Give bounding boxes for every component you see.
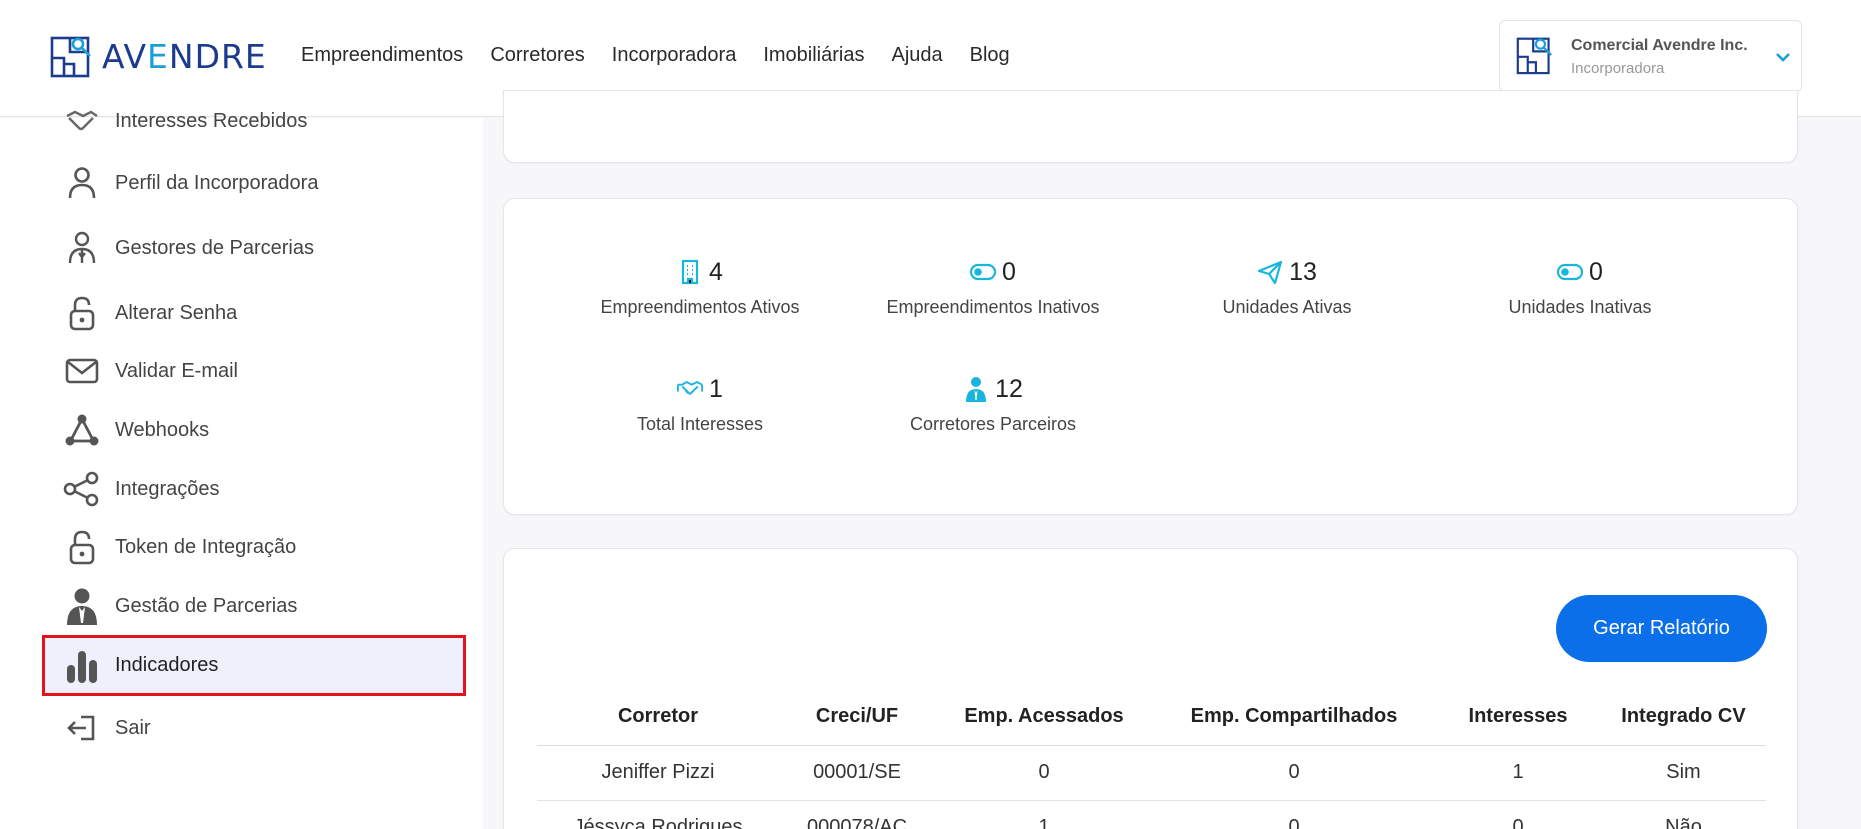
sidebar-item-label: Sair bbox=[115, 716, 151, 739]
stat-empreendimentos-ativos: 4 Empreendimentos Ativos bbox=[570, 255, 830, 318]
column-header-creci[interactable]: Creci/UF bbox=[779, 689, 935, 746]
sidebar-item-label: Alterar Senha bbox=[115, 301, 238, 324]
businessman-icon bbox=[52, 586, 112, 626]
paper-plane-icon bbox=[1257, 260, 1283, 285]
sign-out-icon bbox=[52, 708, 112, 748]
generate-report-button[interactable]: Gerar Relatório bbox=[1556, 595, 1767, 662]
sidebar-item-label: Integrações bbox=[115, 477, 220, 500]
sidebar-item-indicadores[interactable]: Indicadores bbox=[42, 635, 466, 696]
cell-emp-acessados: 1 bbox=[935, 800, 1153, 829]
table-row: Jeniffer Pizzi 00001/SE 0 0 1 Sim bbox=[537, 745, 1766, 801]
sidebar-item-label: Indicadores bbox=[115, 654, 219, 676]
sidebar-item-integracoes[interactable]: Integrações bbox=[42, 460, 466, 518]
stat-caption: Unidades Ativas bbox=[1222, 297, 1352, 317]
sidebar-item-label: Token de Integração bbox=[115, 535, 297, 558]
cell-creci: 00001/SE bbox=[779, 745, 935, 801]
summary-card-top bbox=[503, 90, 1798, 163]
stat-value: 4 bbox=[709, 257, 723, 286]
sidebar-item-webhooks[interactable]: Webhooks bbox=[42, 401, 466, 459]
stat-caption: Unidades Inativas bbox=[1508, 297, 1652, 317]
cell-interesses: 1 bbox=[1435, 745, 1601, 801]
stat-unidades-inativas: 0 Unidades Inativas bbox=[1450, 255, 1710, 318]
report-card: Gerar Relatório Corretor Creci/UF Emp. A… bbox=[503, 548, 1798, 829]
unlock-icon bbox=[52, 527, 112, 567]
cell-corretor: Jeniffer Pizzi bbox=[537, 745, 779, 801]
share-nodes-icon bbox=[52, 469, 112, 509]
stat-caption: Corretores Parceiros bbox=[909, 414, 1077, 434]
sidebar-item-gestao-parcerias[interactable]: Gestão de Parcerias bbox=[42, 577, 466, 635]
cell-creci: 000078/AC bbox=[779, 800, 935, 829]
toggle-icon bbox=[970, 263, 997, 281]
handshake-icon bbox=[677, 380, 704, 395]
table-row: Jéssyca Rodrigues 000078/AC 1 0 0 Não bbox=[537, 800, 1766, 829]
stat-caption: Empreendimentos Ativos bbox=[600, 297, 800, 317]
indicators-card: 4 Empreendimentos Ativos 0 Empreendiment… bbox=[503, 198, 1798, 515]
webhook-icon bbox=[52, 410, 112, 450]
cell-interesses: 0 bbox=[1435, 800, 1601, 829]
cell-integrado-cv: Sim bbox=[1601, 745, 1766, 801]
envelope-icon bbox=[52, 351, 112, 391]
sidebar-item-validar-email[interactable]: Validar E-mail bbox=[42, 342, 466, 400]
logo-icon bbox=[50, 36, 91, 78]
sidebar-item-label: Gestores de Parcerias bbox=[115, 236, 314, 259]
nav-corretores[interactable]: Corretores bbox=[490, 44, 584, 67]
sidebar-item-perfil[interactable]: Perfil da Incorporadora bbox=[42, 154, 466, 212]
cell-integrado-cv: Não bbox=[1601, 800, 1766, 829]
stat-caption: Empreendimentos Inativos bbox=[886, 297, 1100, 317]
nav-blog[interactable]: Blog bbox=[970, 44, 1010, 67]
cell-emp-compartilhados: 0 bbox=[1153, 745, 1435, 801]
unlock-icon bbox=[52, 293, 112, 333]
user-tie-icon bbox=[966, 377, 987, 402]
account-role: Incorporadora bbox=[1571, 60, 1665, 77]
stat-value: 1 bbox=[709, 374, 723, 403]
sidebar-item-label: Gestão de Parcerias bbox=[115, 594, 298, 617]
user-tie-icon bbox=[52, 228, 112, 268]
chevron-down-icon[interactable] bbox=[1774, 48, 1792, 66]
company-logo-icon bbox=[1516, 37, 1553, 75]
table-header-row: Corretor Creci/UF Emp. Acessados Emp. Co… bbox=[537, 689, 1766, 746]
stat-value: 0 bbox=[1002, 257, 1016, 286]
brokers-table: Corretor Creci/UF Emp. Acessados Emp. Co… bbox=[537, 689, 1766, 829]
account-name: Comercial Avendre Inc. bbox=[1571, 37, 1748, 54]
sidebar-item-interesses-recebidos[interactable]: Interesses Recebidos bbox=[42, 92, 466, 150]
account-switcher[interactable]: Comercial Avendre Inc. Incorporadora bbox=[1499, 20, 1802, 92]
sidebar-item-label: Perfil da Incorporadora bbox=[115, 171, 319, 194]
building-icon bbox=[681, 259, 699, 285]
stat-unidades-ativas: 13 Unidades Ativas bbox=[1157, 255, 1417, 318]
logo-wordmark: AVENDRE bbox=[102, 36, 267, 76]
sidebar-item-label: Webhooks bbox=[115, 418, 210, 441]
stat-corretores-parceiros: 12 Corretores Parceiros bbox=[863, 372, 1123, 435]
avendre-logo[interactable]: AVENDRE bbox=[50, 34, 267, 78]
stat-total-interesses: 1 Total Interesses bbox=[570, 372, 830, 435]
cell-emp-acessados: 0 bbox=[935, 745, 1153, 801]
user-icon bbox=[52, 163, 112, 203]
column-header-emp-compartilhados[interactable]: Emp. Compartilhados bbox=[1153, 689, 1435, 746]
cell-corretor: Jéssyca Rodrigues bbox=[537, 800, 779, 829]
column-header-corretor[interactable]: Corretor bbox=[537, 689, 779, 746]
toggle-icon bbox=[1557, 263, 1584, 281]
nav-imobiliarias[interactable]: Imobiliárias bbox=[763, 44, 864, 67]
sidebar-item-gestores[interactable]: Gestores de Parcerias bbox=[42, 219, 466, 277]
nav-ajuda[interactable]: Ajuda bbox=[891, 44, 942, 67]
sidebar-item-sair[interactable]: Sair bbox=[42, 699, 466, 757]
cell-emp-compartilhados: 0 bbox=[1153, 800, 1435, 829]
main-nav: Empreendimentos Corretores Incorporadora… bbox=[301, 44, 1037, 67]
bar-chart-icon bbox=[52, 646, 112, 686]
column-header-emp-acessados[interactable]: Emp. Acessados bbox=[935, 689, 1153, 746]
sidebar-item-token[interactable]: Token de Integração bbox=[42, 518, 466, 576]
column-header-interesses[interactable]: Interesses bbox=[1435, 689, 1601, 746]
stat-value: 0 bbox=[1589, 257, 1603, 286]
nav-incorporadora[interactable]: Incorporadora bbox=[612, 44, 737, 67]
sidebar-item-label: Validar E-mail bbox=[115, 359, 238, 382]
sidebar-item-label: Interesses Recebidos bbox=[115, 109, 308, 132]
nav-empreendimentos[interactable]: Empreendimentos bbox=[301, 44, 463, 67]
stat-caption: Total Interesses bbox=[636, 414, 764, 434]
handshake-icon bbox=[52, 101, 112, 141]
column-header-integrado-cv[interactable]: Integrado CV bbox=[1601, 689, 1766, 746]
stat-empreendimentos-inativos: 0 Empreendimentos Inativos bbox=[863, 255, 1123, 318]
stat-value: 13 bbox=[1289, 257, 1317, 286]
sidebar: Interesses Recebidos Perfil da Incorpora… bbox=[0, 110, 483, 829]
stat-value: 12 bbox=[995, 374, 1023, 403]
sidebar-item-alterar-senha[interactable]: Alterar Senha bbox=[42, 284, 466, 342]
